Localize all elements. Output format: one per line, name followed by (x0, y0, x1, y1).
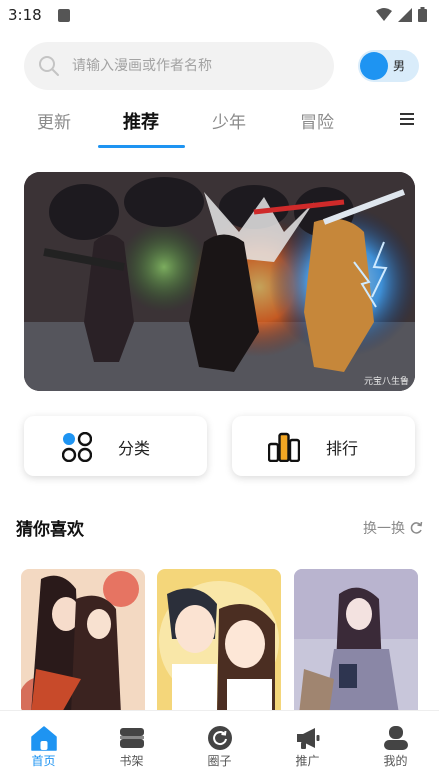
tab-shounen[interactable]: 少年 (212, 108, 246, 133)
toggle-knob (360, 52, 388, 80)
menu-icon[interactable] (400, 113, 414, 125)
battery-icon (418, 7, 427, 22)
search-bar[interactable] (24, 42, 334, 90)
nav-bookshelf-label: 书架 (119, 754, 144, 768)
banner-artwork (24, 172, 415, 391)
refresh-icon (410, 521, 423, 534)
gender-label: 男 (393, 59, 406, 73)
ranking-bars-icon (268, 432, 300, 462)
megaphone-icon (297, 728, 320, 749)
nav-profile-label: 我的 (383, 754, 408, 768)
category-tabs: 更新 推荐 少年 冒险 (0, 100, 439, 150)
wifi-icon (376, 7, 392, 21)
comic-cover-2[interactable] (157, 569, 281, 714)
refresh-label: 换一换 (363, 521, 405, 537)
comic-cover-3[interactable] (294, 569, 418, 714)
bottom-navigation: 首页 书架 圈子 推广 我的 (0, 710, 439, 780)
category-button[interactable]: 分类 (24, 416, 207, 476)
home-icon (31, 726, 57, 751)
ranking-label: 排行 (326, 439, 359, 458)
signal-icon (398, 7, 412, 22)
cover-art-2 (157, 569, 281, 714)
featured-banner[interactable]: 元宝八生鲁 (24, 172, 415, 391)
ranking-button[interactable]: 排行 (232, 416, 415, 476)
gender-toggle[interactable]: 男 (358, 50, 419, 82)
nav-promote-label: 推广 (295, 754, 320, 768)
nav-home[interactable]: 首页 (0, 711, 87, 781)
status-bar: 3:18 (0, 0, 439, 32)
nav-home-label: 首页 (31, 754, 56, 768)
nav-circle-label: 圈子 (207, 754, 232, 768)
recommend-title: 猜你喜欢 (16, 520, 84, 540)
tab-update[interactable]: 更新 (37, 108, 71, 133)
nav-profile[interactable]: 我的 (352, 711, 439, 781)
nav-bookshelf[interactable]: 书架 (88, 711, 175, 781)
nav-circle[interactable]: 圈子 (176, 711, 263, 781)
category-grid-icon (62, 432, 92, 462)
search-input[interactable] (72, 42, 322, 90)
cover-art-3 (294, 569, 418, 714)
tab-recommend[interactable]: 推荐 (123, 108, 159, 134)
category-label: 分类 (118, 439, 151, 458)
profile-icon (384, 726, 408, 750)
tab-adventure[interactable]: 冒险 (300, 108, 334, 133)
comic-cover-1[interactable] (21, 569, 145, 714)
circle-icon (208, 726, 232, 750)
cover-art-1 (21, 569, 145, 714)
status-time: 3:18 (8, 6, 42, 24)
bookshelf-icon (120, 728, 144, 748)
notification-app-icon (58, 9, 70, 22)
search-icon (39, 56, 59, 76)
refresh-button[interactable]: 换一换 (363, 518, 423, 538)
banner-credit: 元宝八生鲁 (363, 377, 409, 387)
nav-promote[interactable]: 推广 (264, 711, 351, 781)
status-icons (376, 7, 427, 22)
active-tab-indicator (98, 145, 185, 148)
